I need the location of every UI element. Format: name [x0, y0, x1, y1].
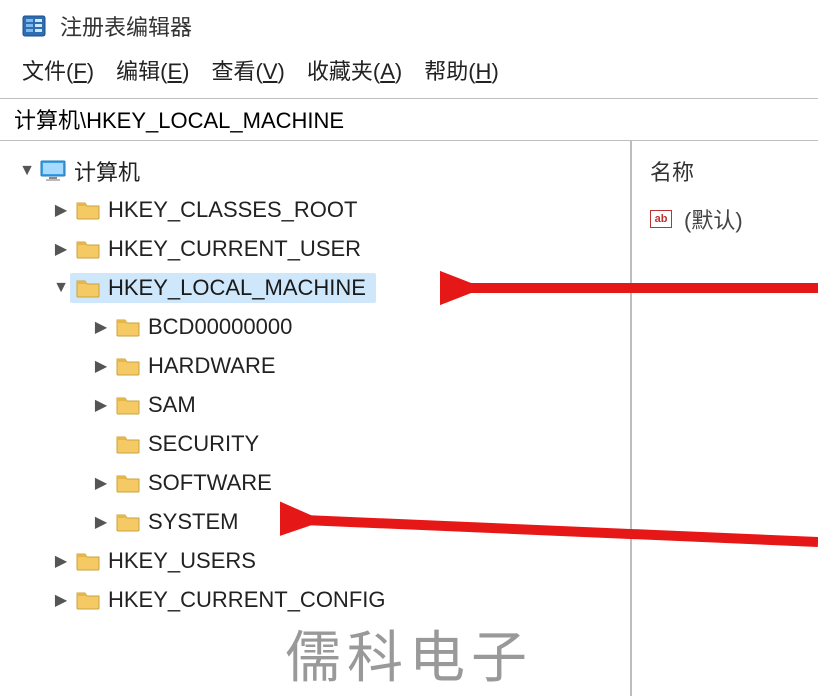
tree-node-hardware[interactable]: ▶ HARDWARE	[0, 346, 630, 385]
ab-string-icon: ab	[650, 210, 672, 228]
tree-node-hkey-classes-root[interactable]: ▶ HKEY_CLASSES_ROOT	[0, 190, 630, 229]
menu-edit[interactable]: 编辑(E)	[116, 54, 189, 86]
chevron-right-icon[interactable]: ▶	[92, 317, 110, 337]
regedit-window: 注册表编辑器 文件(F) 编辑(E) 查看(V) 收藏夹(A) 帮助(H) ▼	[0, 0, 818, 696]
tree-node-content[interactable]: BCD00000000	[110, 312, 302, 342]
address-bar	[0, 98, 818, 141]
folder-icon	[116, 434, 140, 454]
chevron-right-icon[interactable]: ▶	[52, 200, 70, 220]
content-area: ▼ 计算机 ▶ HKEY_CLASSES_ROOT ▶ HKEY_CURRENT_US…	[0, 141, 818, 696]
chevron-right-icon[interactable]: ▶	[52, 551, 70, 571]
column-header-name[interactable]: 名称	[650, 155, 818, 203]
tree-node-software[interactable]: ▶ SOFTWARE	[0, 463, 630, 502]
folder-icon	[116, 356, 140, 376]
tree-node-label: SOFTWARE	[148, 470, 272, 496]
tree-node-label: SAM	[148, 392, 196, 418]
tree-node-content[interactable]: SAM	[110, 390, 206, 420]
tree-root[interactable]: ▼ 计算机	[0, 151, 630, 190]
list-item-default[interactable]: ab (默认)	[650, 203, 818, 235]
chevron-down-icon[interactable]: ▼	[52, 279, 70, 297]
tree-node-content[interactable]: HKEY_CURRENT_USER	[70, 234, 371, 264]
values-pane[interactable]: 名称 ab (默认)	[632, 141, 818, 696]
tree-node-content[interactable]: HKEY_USERS	[70, 546, 266, 576]
tree-node-content[interactable]: HKEY_CLASSES_ROOT	[70, 195, 367, 225]
tree-node-label: HARDWARE	[148, 353, 276, 379]
tree-node-label: HKEY_USERS	[108, 548, 256, 574]
tree-node-hkey-current-user[interactable]: ▶ HKEY_CURRENT_USER	[0, 229, 630, 268]
computer-icon	[40, 160, 66, 182]
tree-node-label: HKEY_CLASSES_ROOT	[108, 197, 357, 223]
tree-node-security[interactable]: ▶ SECURITY	[0, 424, 630, 463]
menu-view[interactable]: 查看(V)	[211, 54, 284, 86]
tree-root-label: 计算机	[74, 155, 140, 187]
folder-icon	[116, 395, 140, 415]
chevron-right-icon[interactable]: ▶	[92, 473, 110, 493]
chevron-right-icon[interactable]: ▶	[92, 356, 110, 376]
folder-icon	[76, 200, 100, 220]
tree-node-content[interactable]: HKEY_CURRENT_CONFIG	[70, 585, 395, 615]
folder-icon	[116, 512, 140, 532]
tree-node-system[interactable]: ▶ SYSTEM	[0, 502, 630, 541]
regedit-icon	[22, 14, 46, 38]
tree-node-label: HKEY_LOCAL_MACHINE	[108, 275, 366, 301]
title-bar: 注册表编辑器	[0, 0, 818, 48]
folder-icon	[76, 278, 100, 298]
tree-node-content[interactable]: SOFTWARE	[110, 468, 282, 498]
tree-node-sam[interactable]: ▶ SAM	[0, 385, 630, 424]
tree-node-label: SECURITY	[148, 431, 259, 457]
window-title: 注册表编辑器	[60, 10, 192, 42]
chevron-down-icon[interactable]: ▼	[18, 162, 36, 180]
folder-icon	[116, 317, 140, 337]
tree-pane[interactable]: ▼ 计算机 ▶ HKEY_CLASSES_ROOT ▶ HKEY_CURRENT_US…	[0, 141, 632, 696]
folder-icon	[76, 551, 100, 571]
folder-icon	[116, 473, 140, 493]
tree-node-content[interactable]: SYSTEM	[110, 507, 248, 537]
menu-help[interactable]: 帮助(H)	[424, 54, 499, 86]
tree-node-content[interactable]: SECURITY	[110, 429, 269, 459]
tree-node-hkey-local-machine[interactable]: ▼ HKEY_LOCAL_MACHINE	[0, 268, 630, 307]
menu-file[interactable]: 文件(F)	[22, 54, 94, 86]
menu-favorites[interactable]: 收藏夹(A)	[307, 54, 402, 86]
chevron-right-icon[interactable]: ▶	[52, 590, 70, 610]
chevron-right-icon: ▶	[92, 434, 110, 454]
tree-node-content[interactable]: HARDWARE	[110, 351, 286, 381]
tree-node-label: SYSTEM	[148, 509, 238, 535]
tree-node-hkey-users[interactable]: ▶ HKEY_USERS	[0, 541, 630, 580]
folder-icon	[76, 590, 100, 610]
list-item-label: (默认)	[684, 203, 743, 235]
tree-node-label: HKEY_CURRENT_USER	[108, 236, 361, 262]
tree-node-label: HKEY_CURRENT_CONFIG	[108, 587, 385, 613]
address-input[interactable]	[12, 105, 814, 133]
menu-bar: 文件(F) 编辑(E) 查看(V) 收藏夹(A) 帮助(H)	[0, 48, 818, 98]
chevron-right-icon[interactable]: ▶	[52, 239, 70, 259]
tree-node-content[interactable]: HKEY_LOCAL_MACHINE	[70, 273, 376, 303]
folder-icon	[76, 239, 100, 259]
chevron-right-icon[interactable]: ▶	[92, 512, 110, 532]
tree-node-label: BCD00000000	[148, 314, 292, 340]
tree-node-bcd00000000[interactable]: ▶ BCD00000000	[0, 307, 630, 346]
tree-node-hkey-current-config[interactable]: ▶ HKEY_CURRENT_CONFIG	[0, 580, 630, 619]
chevron-right-icon[interactable]: ▶	[92, 395, 110, 415]
